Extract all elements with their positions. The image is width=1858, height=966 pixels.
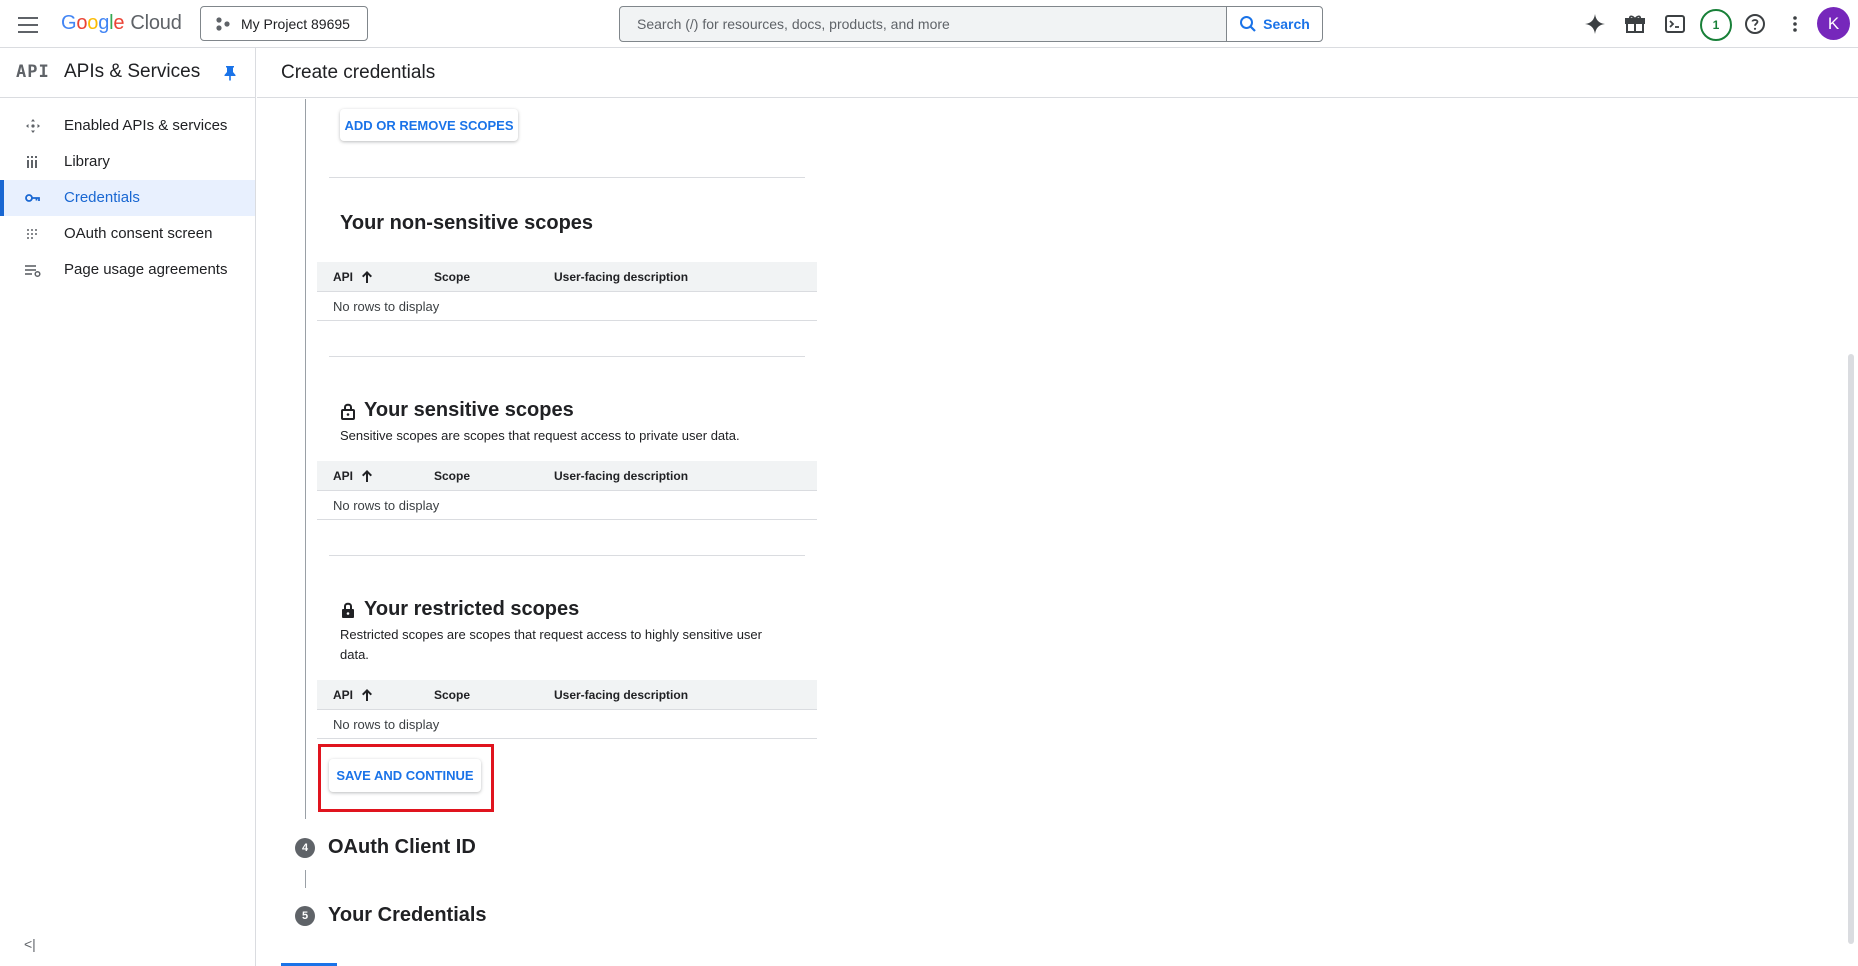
sort-ascending-icon [362, 271, 373, 283]
step-your-credentials[interactable]: 5 Your Credentials [295, 904, 487, 927]
help-icon[interactable] [1743, 12, 1767, 36]
non-sensitive-scopes-title: Your non-sensitive scopes [340, 212, 594, 234]
column-description-header: User-facing description [554, 469, 689, 483]
table-empty-row: No rows to display [317, 710, 817, 739]
column-description-header: User-facing description [554, 688, 689, 702]
sidebar: API APIs & Services Enabled APIs & servi… [0, 48, 256, 966]
column-description-header: User-facing description [554, 270, 689, 284]
table-header: API Scope User-facing description [317, 262, 817, 292]
library-icon [24, 154, 42, 170]
search-bar: Search [619, 6, 1323, 42]
search-icon [1240, 16, 1256, 32]
collapse-sidebar-button[interactable]: <| [24, 936, 36, 952]
enabled-apis-icon [24, 118, 42, 134]
sidebar-item-label: OAuth consent screen [64, 225, 213, 242]
key-icon [24, 190, 42, 206]
table-header: API Scope User-facing description [317, 461, 817, 491]
account-avatar[interactable]: K [1817, 7, 1850, 40]
step-number: 4 [295, 837, 315, 858]
step-label: OAuth Client ID [328, 836, 476, 858]
sidebar-item-label: Page usage agreements [64, 261, 228, 278]
cloud-shell-terminal-icon[interactable] [1663, 12, 1687, 36]
vertical-scrollbar[interactable] [1848, 354, 1854, 944]
table-empty-row: No rows to display [317, 292, 817, 321]
project-name: My Project 89695 [241, 15, 350, 32]
gift-icon[interactable] [1623, 12, 1647, 36]
top-app-bar: GoogleCloud My Project 89695 Search 1 K [0, 0, 1858, 48]
stepper-line [305, 870, 306, 888]
table-header: API Scope User-facing description [317, 680, 817, 710]
sensitive-scopes-description: Sensitive scopes are scopes that request… [340, 428, 740, 443]
sidebar-item-library[interactable]: Library [0, 144, 255, 180]
search-input[interactable] [620, 7, 1226, 41]
column-scope-header: Scope [434, 469, 471, 483]
step-label: Your Credentials [328, 904, 487, 926]
column-api-header[interactable]: API [333, 270, 373, 284]
sensitive-scopes-title: Your sensitive scopes [340, 399, 574, 422]
lock-open-icon [341, 403, 355, 420]
sensitive-scopes-table: API Scope User-facing description No row… [317, 461, 817, 520]
save-and-continue-button[interactable]: SAVE AND CONTINUE [329, 759, 481, 792]
sidebar-item-enabled-apis[interactable]: Enabled APIs & services [0, 108, 255, 144]
sidebar-item-label: Enabled APIs & services [64, 117, 228, 134]
non-sensitive-scopes-table: API Scope User-facing description No row… [317, 262, 817, 321]
column-scope-header: Scope [434, 270, 471, 284]
table-empty-row: No rows to display [317, 491, 817, 520]
column-api-header[interactable]: API [333, 688, 373, 702]
sidebar-item-label: Credentials [64, 189, 140, 206]
sort-ascending-icon [362, 470, 373, 482]
stepper-line [305, 99, 306, 819]
sidebar-item-oauth-consent[interactable]: OAuth consent screen [0, 216, 255, 252]
gemini-spark-icon[interactable] [1583, 12, 1607, 36]
search-button[interactable]: Search [1226, 7, 1322, 41]
column-api-header[interactable]: API [333, 469, 373, 483]
restricted-scopes-description: Restricted scopes are scopes that reques… [340, 627, 762, 662]
project-picker-button[interactable]: My Project 89695 [200, 6, 368, 41]
main-menu-button[interactable] [14, 12, 42, 36]
sidebar-nav: Enabled APIs & services Library Credenti… [0, 108, 255, 288]
more-vert-icon[interactable] [1783, 12, 1807, 36]
step-oauth-client-id[interactable]: 4 OAuth Client ID [295, 836, 476, 859]
oauth-icon [24, 226, 42, 242]
pin-icon[interactable] [223, 65, 237, 86]
divider [329, 555, 805, 556]
google-cloud-logo[interactable]: Google Cloud [61, 12, 182, 35]
search-button-label: Search [1263, 16, 1310, 32]
restricted-scopes-table: API Scope User-facing description No row… [317, 680, 817, 739]
sort-ascending-icon [362, 689, 373, 701]
page-title: Create credentials [281, 62, 436, 83]
column-scope-header: Scope [434, 688, 471, 702]
divider [329, 356, 805, 357]
settings-list-icon [24, 262, 42, 278]
sidebar-item-credentials[interactable]: Credentials [0, 180, 255, 216]
sidebar-title: APIs & Services [64, 61, 201, 82]
restricted-scopes-title: Your restricted scopes [340, 598, 579, 621]
step-number: 5 [295, 905, 315, 926]
main-content: ADD OR REMOVE SCOPES Your non-sensitive … [257, 99, 1847, 966]
sidebar-header: API APIs & Services [0, 48, 255, 98]
notifications-badge[interactable]: 1 [1700, 9, 1732, 41]
api-logo: API [16, 62, 50, 82]
project-nodes-icon [216, 16, 230, 31]
divider [329, 177, 805, 178]
add-or-remove-scopes-button[interactable]: ADD OR REMOVE SCOPES [340, 109, 518, 141]
sidebar-item-label: Library [64, 153, 110, 170]
page-header: Create credentials [257, 48, 1858, 98]
sidebar-item-page-usage-agreements[interactable]: Page usage agreements [0, 252, 255, 288]
lock-icon [342, 602, 354, 618]
